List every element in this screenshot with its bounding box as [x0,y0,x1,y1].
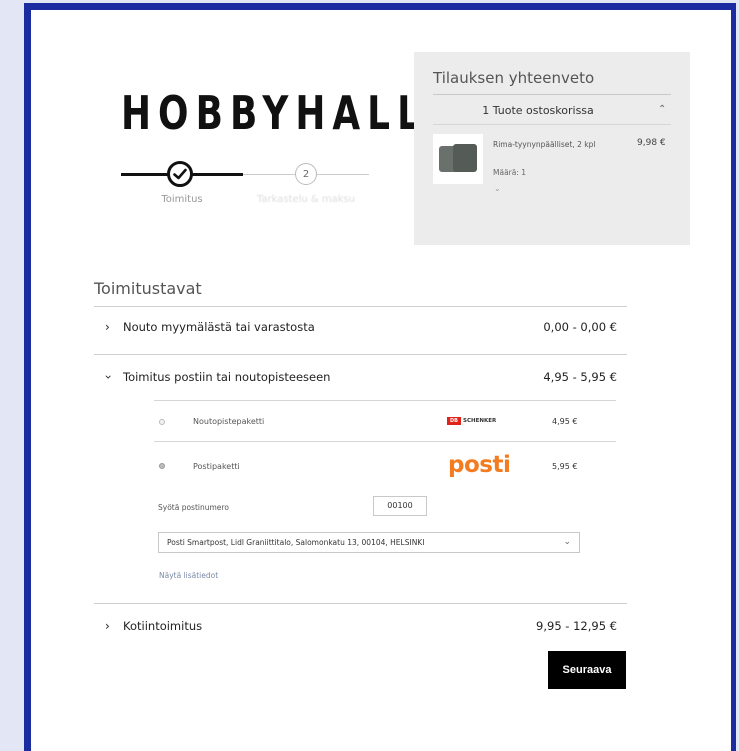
sub-option-label[interactable]: Postipaketti [193,462,240,471]
radio-pickup-package[interactable] [159,419,165,425]
option-price: 0,00 - 0,00 € [543,320,617,334]
next-button[interactable]: Seuraava [548,651,626,689]
pillow-shape [453,144,477,172]
radio-postal-package[interactable] [159,463,165,469]
check-icon [173,168,187,180]
summary-divider-2 [433,124,671,125]
product-price: 9,98 € [637,138,666,148]
db-logo-mark: DB [447,417,461,425]
cart-count[interactable]: 1 Tuote ostoskorissa [433,104,643,117]
delivery-section-title: Toimitustavat [94,279,202,298]
pickup-point-value: Posti Smartpost, Lidl Graniittitalo, Sal… [167,538,425,547]
divider [94,354,627,355]
option-label: Toimitus postiin tai noutopisteeseen [123,370,331,384]
step-1-complete [167,161,193,187]
chevron-up-icon[interactable]: ⌃ [658,104,666,115]
divider [154,441,616,442]
chevron-down-icon[interactable]: ⌄ [494,184,501,193]
step-2-label: Tarkastelu & maksu [256,194,356,205]
sub-option-label[interactable]: Noutopistepaketti [193,417,264,426]
sub-option-price: 4,95 € [552,417,578,426]
product-quantity: Määrä: 1 [493,168,527,177]
product-image [433,134,483,184]
hobbyhall-logo[interactable]: HOBBYHALL [121,88,420,138]
db-schenker-logo: DB SCHENKER [447,416,496,426]
option-label: Kotiintoimitus [123,619,203,633]
order-summary: Tilauksen yhteenveto 1 Tuote ostoskoriss… [414,52,690,245]
step-1-label: Toimitus [161,194,203,205]
summary-divider [433,94,671,95]
option-label: Nouto myymälästä tai varastosta [123,320,315,334]
chevron-down-icon: ⌄ [563,537,571,547]
delivery-option-post[interactable]: › Toimitus postiin tai noutopisteeseen 4… [101,370,625,390]
chevron-down-icon: › [101,374,116,380]
product-name[interactable]: Rima-tyynynpäälliset, 2 kpl [493,140,595,149]
posti-logo: posti [448,452,511,478]
step-2-indicator: 2 [295,163,317,185]
divider [94,306,627,307]
delivery-option-store-pickup[interactable]: › Nouto myymälästä tai varastosta 0,00 -… [105,320,625,340]
postcode-label: Syötä postinumero [158,503,229,512]
pickup-point-select[interactable]: Posti Smartpost, Lidl Graniittitalo, Sal… [158,532,580,553]
postcode-input[interactable]: 00100 [373,496,427,516]
chevron-right-icon: › [105,320,110,334]
divider [154,400,616,401]
divider [94,603,627,604]
option-price: 4,95 - 5,95 € [543,370,617,384]
more-info-link[interactable]: Näytä lisätiedot [159,571,218,580]
sub-option-price: 5,95 € [552,462,578,471]
delivery-option-home[interactable]: › Kotiintoimitus 9,95 - 12,95 € [105,619,625,639]
option-price: 9,95 - 12,95 € [536,619,617,633]
chevron-right-icon: › [105,619,110,633]
summary-title: Tilauksen yhteenveto [433,69,595,87]
